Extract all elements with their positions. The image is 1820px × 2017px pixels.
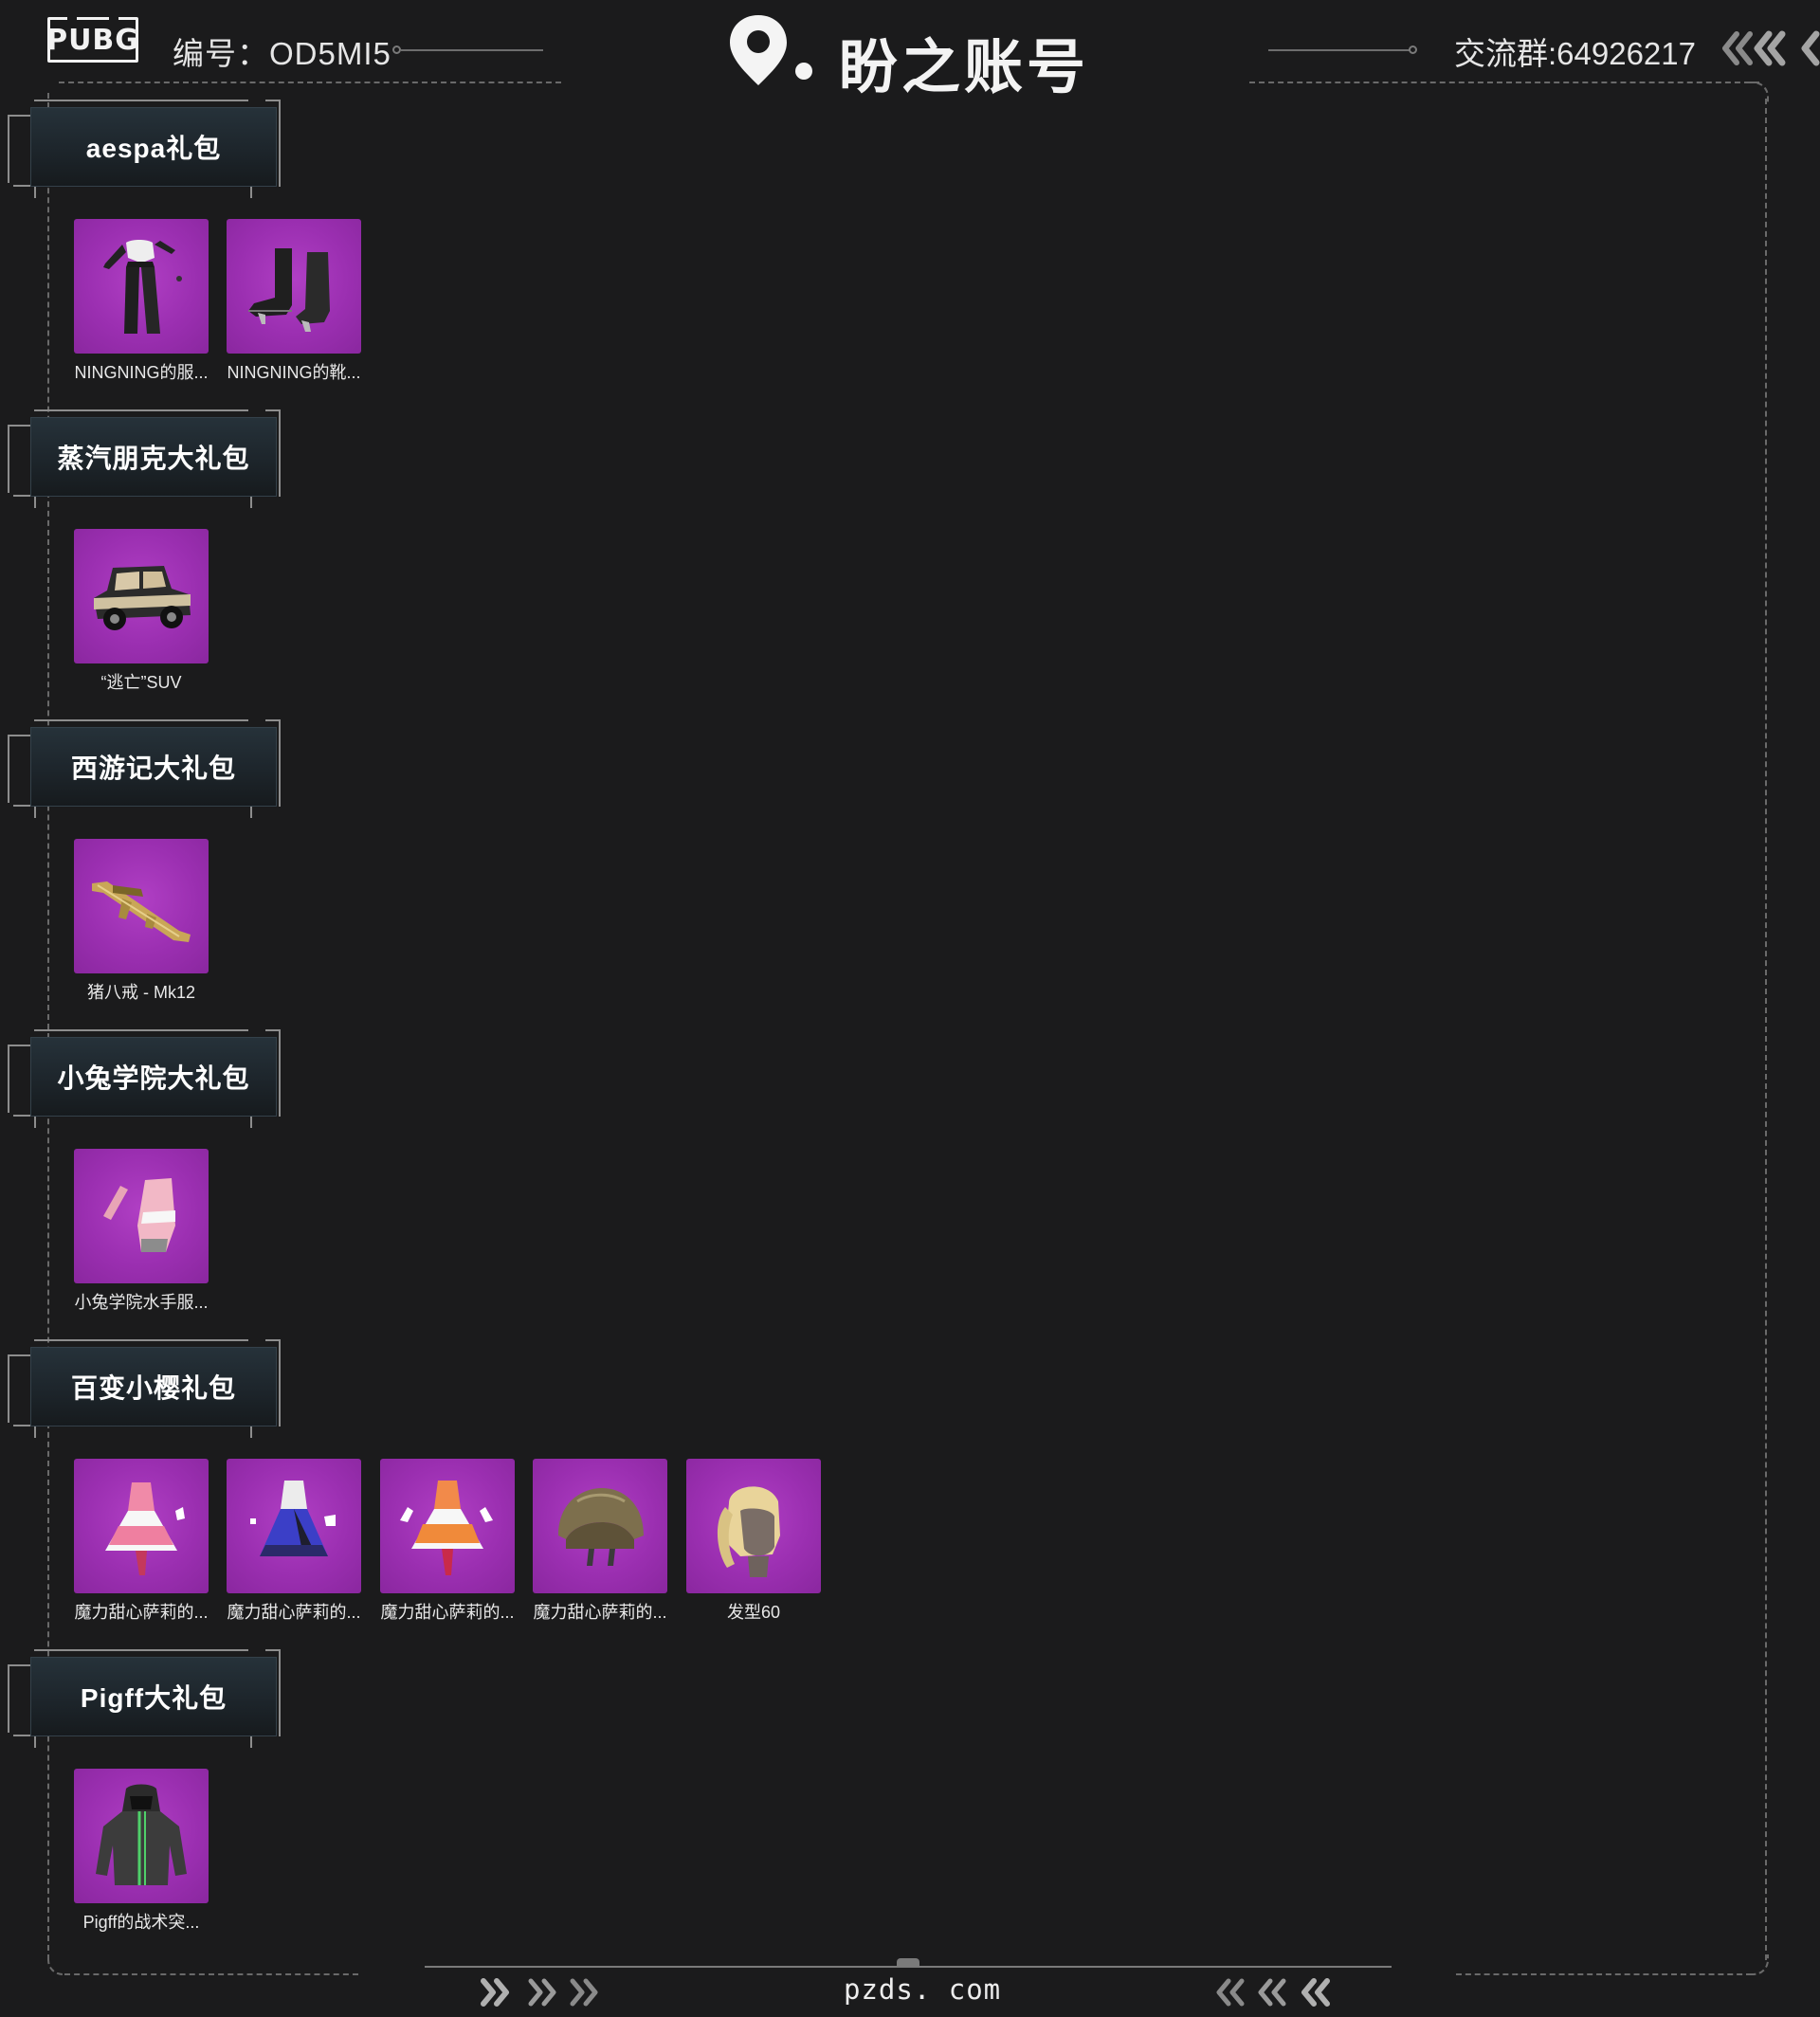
section-title-plate: 百变小樱礼包 <box>30 1347 277 1426</box>
frame-top-left <box>59 82 561 83</box>
header-line-left <box>401 49 543 51</box>
item-name: 猪八戒 - Mk12 <box>86 983 195 1002</box>
section-header: 小兔学院大礼包 <box>0 1027 284 1132</box>
brand-name: 盼之账号 <box>839 32 1090 101</box>
item-card[interactable]: 发型60 <box>686 1459 821 1624</box>
item-card[interactable]: 猪八戒 - Mk12 <box>74 839 209 1004</box>
boots-icon <box>227 219 361 354</box>
item-name: 魔力甜心萨莉的... <box>533 1603 667 1622</box>
chevrons-right-icon <box>480 1977 607 2012</box>
item-card[interactable]: 魔力甜心萨莉的... <box>533 1459 667 1624</box>
section-title-plate: 西游记大礼包 <box>30 727 277 807</box>
item-name: NINGNING的靴... <box>227 363 361 382</box>
item-name: 发型60 <box>726 1603 781 1622</box>
section-title: aespa礼包 <box>85 134 222 163</box>
item-card[interactable]: 魔力甜心萨莉的... <box>227 1459 361 1624</box>
chevrons-left-icon <box>1215 1977 1342 2012</box>
section-title-plate: 蒸汽朋克大礼包 <box>30 417 277 497</box>
item-card[interactable]: NINGNING的服... <box>74 219 209 384</box>
rifle-icon <box>74 839 209 973</box>
blue-dress-icon <box>227 1459 361 1593</box>
frame-bottom-left <box>64 1973 358 1975</box>
frame-corner-bl <box>47 1954 68 1975</box>
helmet-icon <box>533 1459 667 1593</box>
section-title: Pigff大礼包 <box>80 1683 228 1713</box>
orange-dress-icon <box>380 1459 515 1593</box>
section-header: aespa礼包 <box>0 98 284 202</box>
frame-corner-br <box>1748 1954 1769 1975</box>
section-title: 百变小樱礼包 <box>70 1373 236 1403</box>
item-card[interactable]: 魔力甜心萨莉的... <box>74 1459 209 1624</box>
section-title: 小兔学院大礼包 <box>57 1063 250 1093</box>
outfit-icon <box>74 219 209 354</box>
item-name: Pigff的战术突... <box>82 1913 200 1932</box>
pubg-logo: PUBG <box>46 16 138 63</box>
header-line-right <box>1268 49 1410 51</box>
item-card[interactable]: Pigff的战术突... <box>74 1769 209 1934</box>
pink-dress-icon <box>74 1459 209 1593</box>
item-name: 魔力甜心萨莉的... <box>74 1603 209 1622</box>
header-line-dot-left <box>392 45 401 54</box>
item-card[interactable]: 魔力甜心萨莉的... <box>380 1459 515 1624</box>
item-name: “逃亡”SUV <box>100 673 182 692</box>
hoodie-icon <box>74 1769 209 1903</box>
item-card[interactable]: “逃亡”SUV <box>74 529 209 694</box>
item-name: 小兔学院水手服... <box>74 1293 209 1312</box>
section-title-plate: Pigff大礼包 <box>30 1657 277 1736</box>
chevrons-left-icon <box>1720 27 1820 75</box>
item-name: 魔力甜心萨莉的... <box>227 1603 361 1622</box>
frame-top-right <box>1249 82 1759 83</box>
account-id: 编号：OD5MI5 <box>173 36 391 71</box>
item-card[interactable]: NINGNING的靴... <box>227 219 361 384</box>
section-header: 西游记大礼包 <box>0 718 284 822</box>
vintage-car-icon <box>74 529 209 663</box>
frame-right <box>1765 99 1767 1960</box>
section-title-plate: aespa礼包 <box>30 107 277 187</box>
section-header: Pigff大礼包 <box>0 1647 284 1752</box>
section-header: 百变小樱礼包 <box>0 1337 284 1442</box>
section-header: 蒸汽朋克大礼包 <box>0 408 284 512</box>
item-name: NINGNING的服... <box>74 363 209 382</box>
brand-logo-icon <box>728 11 819 92</box>
item-name: 魔力甜心萨莉的... <box>380 1603 515 1622</box>
section-title: 西游记大礼包 <box>70 754 236 783</box>
footer-notch <box>897 1958 919 1966</box>
group-number: 交流群:64926217 <box>1454 36 1696 71</box>
ponytail-hair-icon <box>686 1459 821 1593</box>
frame-bottom-right <box>1456 1973 1752 1975</box>
item-card[interactable]: 小兔学院水手服... <box>74 1149 209 1314</box>
section-title: 蒸汽朋克大礼包 <box>57 444 250 473</box>
footer-site[interactable]: pzds. com <box>844 1973 1001 2006</box>
section-title-plate: 小兔学院大礼包 <box>30 1037 277 1117</box>
gloves-icon <box>74 1149 209 1283</box>
header-line-dot-right <box>1409 45 1417 54</box>
footer-line <box>425 1966 1392 1968</box>
